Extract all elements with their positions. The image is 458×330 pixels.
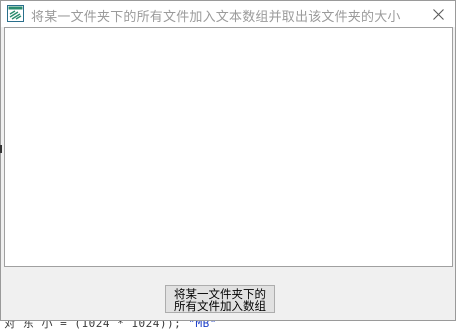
window-title: 将某一文件夹下的所有文件加入文本数组并取出该文件夹的大小 xyxy=(31,10,401,25)
background-margin-marker xyxy=(0,145,2,153)
title-bar[interactable]: 将某一文件夹下的所有文件加入文本数组并取出该文件夹的大小 xyxy=(1,1,455,27)
close-icon xyxy=(432,8,444,20)
file-list-box[interactable] xyxy=(4,27,453,267)
app-form-icon xyxy=(7,5,24,22)
dialog-window: 将某一文件夹下的所有文件加入文本数组并取出该文件夹的大小 将某一文件夹下的 所有… xyxy=(0,0,456,321)
add-files-to-array-button[interactable]: 将某一文件夹下的 所有文件加入数组 xyxy=(165,285,275,313)
close-button[interactable] xyxy=(421,1,455,27)
screen: i 对 东 小 = (1024 * 1024)); "MB" 将某一文件夹下的所… xyxy=(0,0,458,330)
